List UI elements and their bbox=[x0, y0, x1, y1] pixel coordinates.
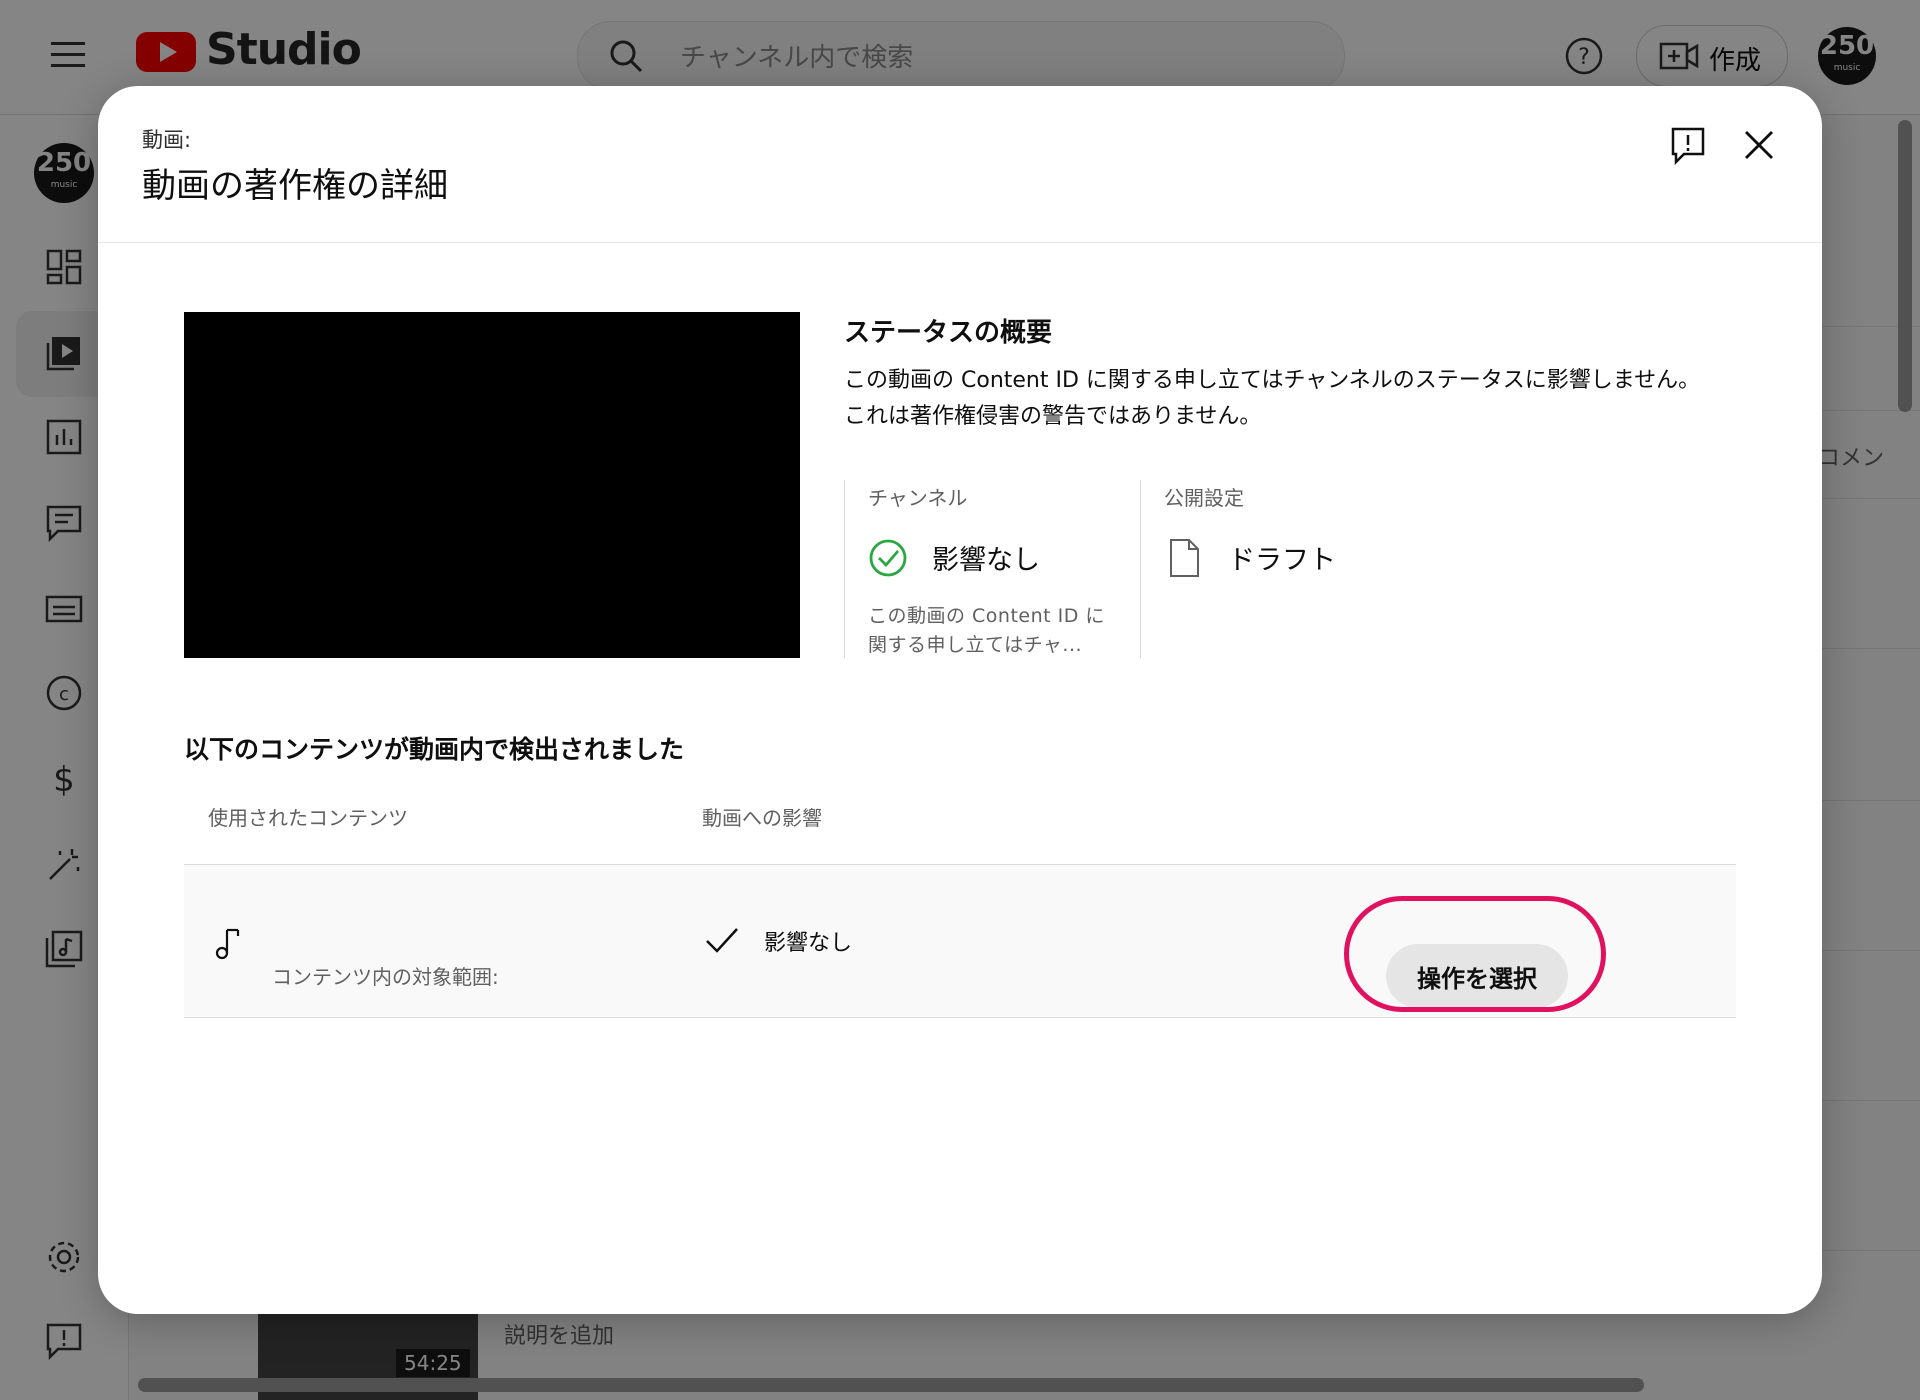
detected-content-title: 以下のコンテンツが動画内で検出されました bbox=[184, 735, 685, 764]
select-action-button[interactable]: 操作を選択 bbox=[1386, 944, 1568, 1008]
channel-column-divider bbox=[844, 480, 845, 658]
column-header-video-impact: 動画への影響 bbox=[702, 806, 822, 830]
draft-document-icon bbox=[1168, 538, 1200, 578]
status-description: この動画の Content ID に関する申し立てはチャンネルのステータスに影響… bbox=[844, 368, 1701, 429]
copyright-details-dialog: 動画: 動画の著作権の詳細 ステータスの概要 この動画の Content ID … bbox=[98, 86, 1822, 1314]
music-note-icon bbox=[214, 927, 242, 961]
visibility-column-divider bbox=[1140, 480, 1141, 658]
visibility-value: ドラフト bbox=[1228, 545, 1336, 576]
row-impact-value: 影響なし bbox=[764, 931, 853, 956]
dialog-title: 動画の著作権の詳細 bbox=[142, 166, 448, 206]
content-scope-label: コンテンツ内の対象範囲: bbox=[272, 965, 499, 989]
video-thumbnail[interactable] bbox=[184, 312, 800, 658]
visibility-label: 公開設定 bbox=[1164, 486, 1244, 510]
report-feedback-icon[interactable] bbox=[1670, 126, 1706, 166]
status-overview-title: ステータスの概要 bbox=[844, 318, 1053, 348]
close-icon[interactable] bbox=[1742, 128, 1776, 162]
check-circle-icon bbox=[868, 538, 908, 578]
dialog-header: 動画: 動画の著作権の詳細 bbox=[98, 86, 1822, 243]
dialog-kicker: 動画: bbox=[142, 128, 192, 152]
channel-label: チャンネル bbox=[868, 486, 968, 510]
column-header-content-used: 使用されたコンテンツ bbox=[208, 806, 408, 830]
channel-impact-description: この動画の Content ID に関する申し立てはチャ... bbox=[868, 605, 1105, 656]
channel-impact-value: 影響なし bbox=[932, 545, 1040, 576]
check-icon bbox=[704, 923, 740, 959]
